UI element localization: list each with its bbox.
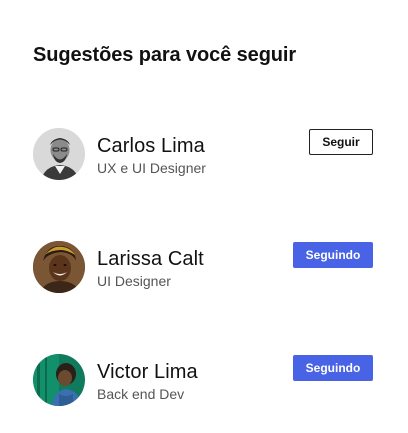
user-name[interactable]: Larissa Calt (97, 248, 204, 271)
follow-button[interactable]: Seguir (309, 129, 373, 155)
avatar-photo-icon (33, 128, 85, 180)
following-button[interactable]: Seguindo (293, 355, 373, 381)
suggestion-item-victor-lima: Victor Lima Back end Dev Seguindo (33, 354, 373, 408)
user-role: Back end Dev (97, 386, 185, 402)
avatar[interactable] (33, 354, 85, 406)
avatar-photo-icon (33, 354, 85, 406)
following-button[interactable]: Seguindo (293, 242, 373, 268)
user-name[interactable]: Victor Lima (97, 361, 198, 384)
suggestions-card: Sugestões para você seguir Carlos Lima U… (0, 0, 408, 433)
suggestion-item-larissa-calt: Larissa Calt UI Designer Seguindo (33, 241, 373, 295)
avatar[interactable] (33, 241, 85, 293)
user-role: UX e UI Designer (97, 160, 206, 176)
user-role: UI Designer (97, 273, 171, 289)
user-name[interactable]: Carlos Lima (97, 135, 205, 158)
suggestion-item-carlos-lima: Carlos Lima UX e UI Designer Seguir (33, 128, 373, 182)
avatar-photo-icon (33, 241, 85, 293)
panel-title: Sugestões para você seguir (33, 44, 297, 66)
avatar[interactable] (33, 128, 85, 180)
